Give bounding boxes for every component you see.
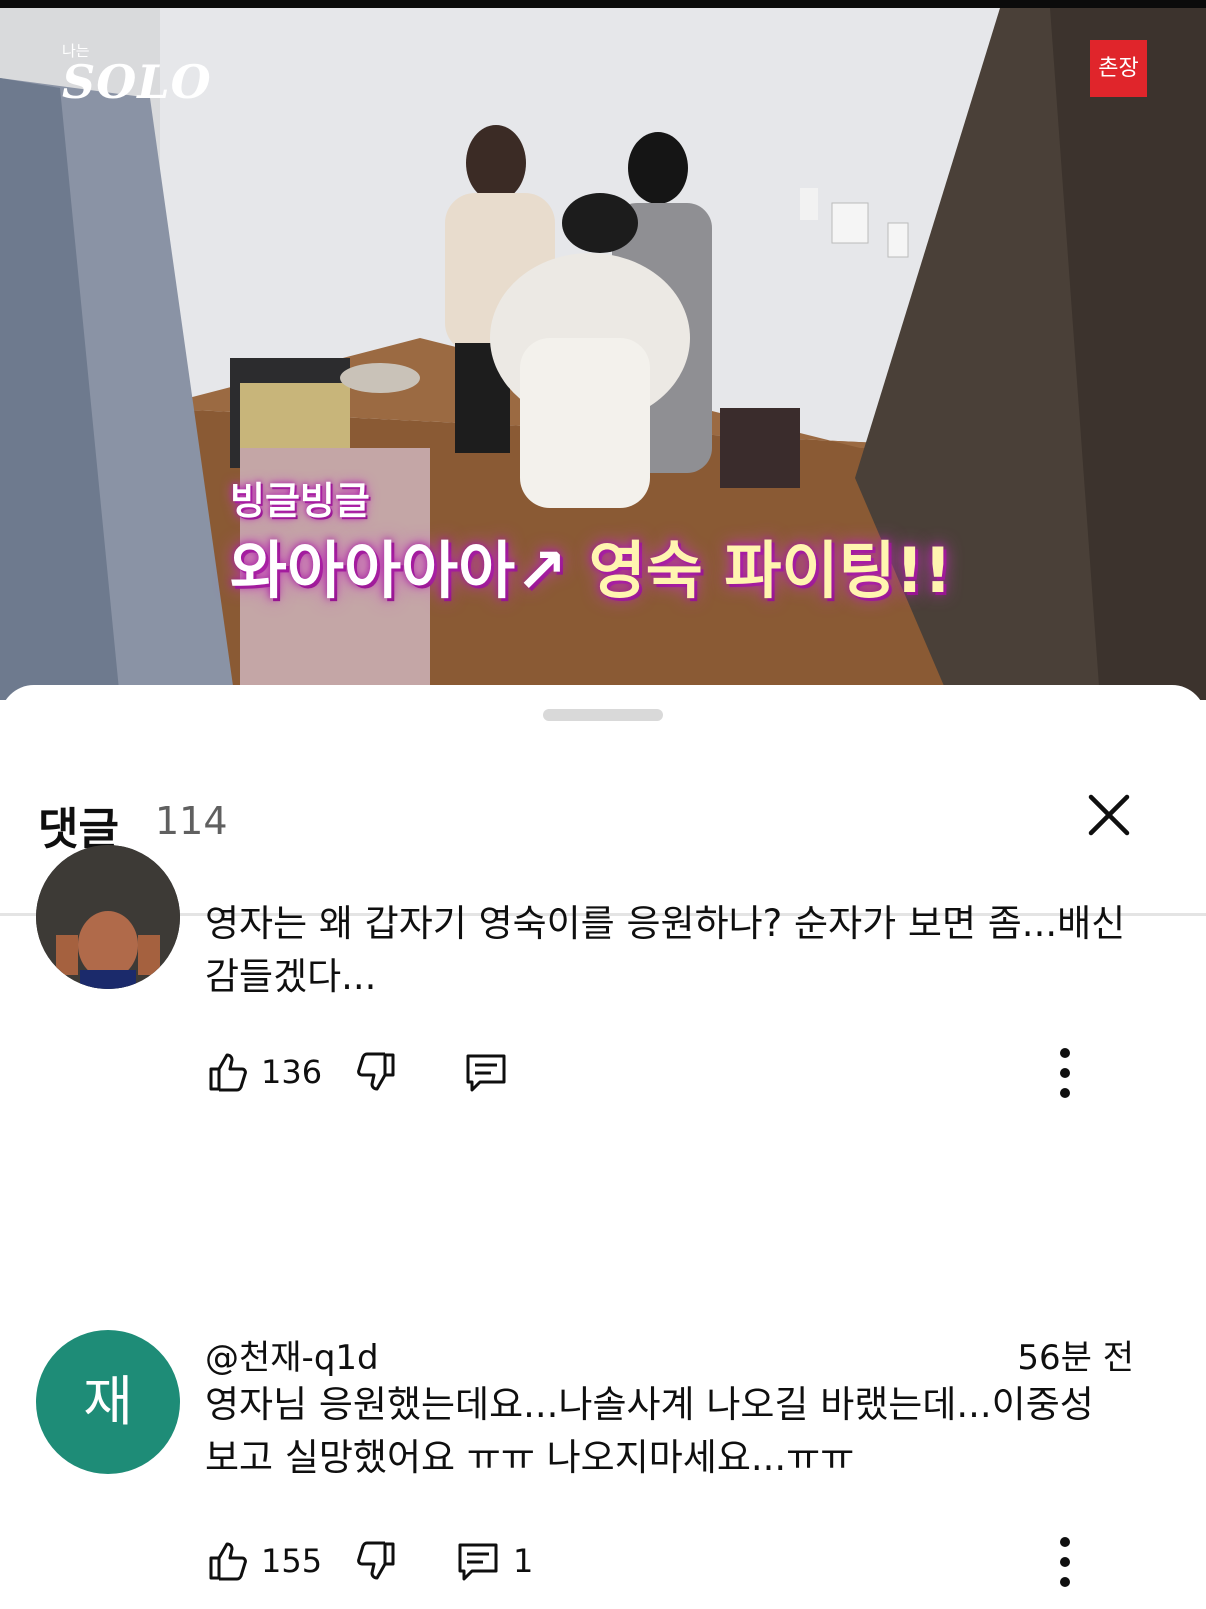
avatar[interactable]: 재	[36, 1330, 180, 1474]
comments-sheet: 댓글 114 영자는 왜 갑자기 영숙이를 응원하나? 순자가 보면 좀...배…	[0, 685, 1206, 1609]
caption-yellow-part: 영숙 파이팅!!	[588, 534, 953, 607]
drag-handle[interactable]	[543, 709, 663, 721]
thumbs-up-icon[interactable]	[205, 1538, 251, 1584]
channel-badge: 촌장	[1090, 40, 1147, 97]
comment-actions: 155 1	[205, 1537, 1165, 1588]
reply-count: 1	[513, 1542, 534, 1580]
video-player[interactable]: 나는 SOLO 촌장 빙글빙글 와아아아아↗ 영숙 파이팅!!	[0, 0, 1206, 700]
caption-white-part: 와아아아아↗	[230, 534, 568, 607]
show-logo: 나는 SOLO	[62, 42, 212, 109]
reply-icon[interactable]	[463, 1049, 509, 1095]
comments-count: 114	[155, 799, 228, 843]
like-count: 136	[261, 1053, 323, 1091]
comment-text: 영자님 응원했는데요...나솔사계 나오길 바랬는데...이중성 보고 실망했어…	[205, 1383, 1094, 1479]
thumbs-up-icon[interactable]	[205, 1049, 251, 1095]
avatar-photo	[36, 845, 180, 989]
comment-text: 영자는 왜 갑자기 영숙이를 응원하나? 순자가 보면 좀...배신감들겠다..…	[205, 902, 1126, 998]
video-caption-top: 빙글빙글	[230, 479, 370, 523]
comment-time: 56분 전	[1017, 1338, 1134, 1378]
reply-icon[interactable]	[455, 1538, 501, 1584]
thumbs-down-icon[interactable]	[353, 1538, 399, 1584]
close-icon[interactable]	[1085, 791, 1133, 839]
thumbs-down-icon[interactable]	[353, 1049, 399, 1095]
video-caption-main: 와아아아아↗ 영숙 파이팅!!	[230, 520, 952, 610]
more-options-icon[interactable]	[1055, 1045, 1075, 1101]
like-count: 155	[261, 1542, 323, 1580]
comment-author[interactable]: @천재-q1d	[205, 1330, 379, 1379]
more-options-icon[interactable]	[1055, 1534, 1075, 1590]
avatar[interactable]	[36, 845, 180, 989]
comment-actions: 136	[205, 1048, 1165, 1099]
